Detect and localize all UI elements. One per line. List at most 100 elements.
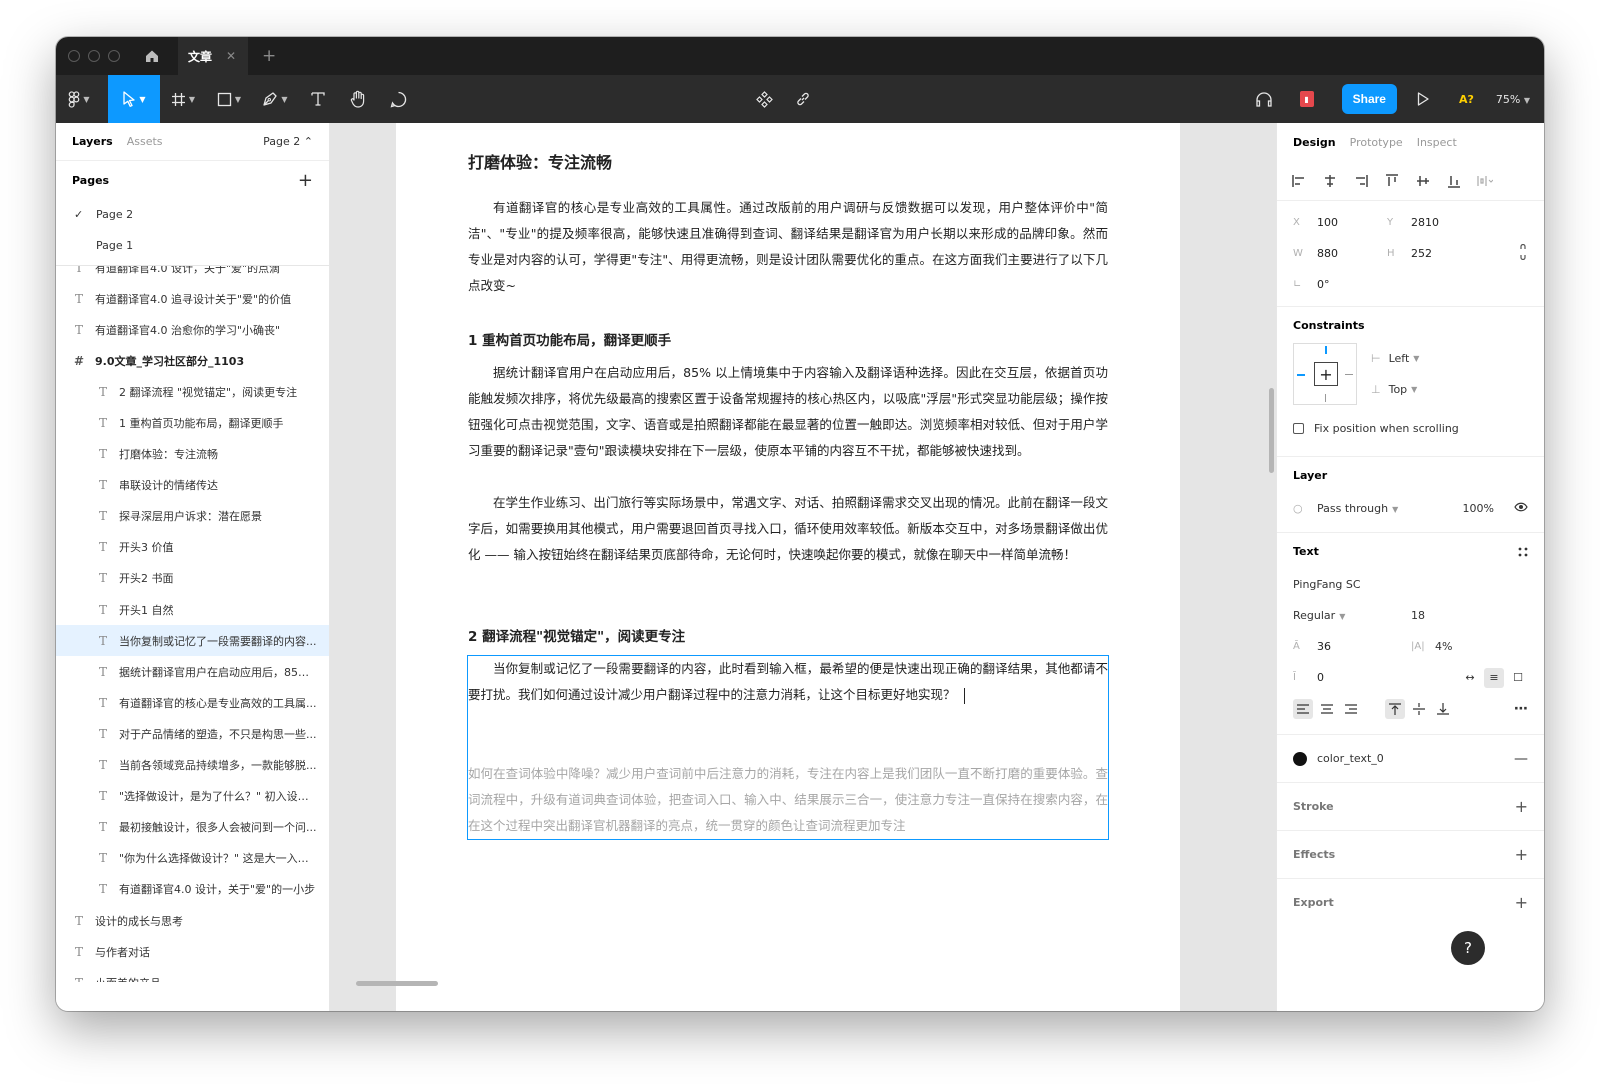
- tab-inspect[interactable]: Inspect: [1417, 136, 1457, 149]
- hand-tool-button[interactable]: [338, 75, 378, 123]
- add-effect-icon[interactable]: +: [1515, 845, 1528, 864]
- horizontal-constraint-select[interactable]: ⊢ Left ▼: [1371, 343, 1419, 374]
- add-stroke-icon[interactable]: +: [1515, 797, 1528, 816]
- audio-button[interactable]: [1254, 75, 1274, 123]
- more-options-icon[interactable]: ⋯: [1514, 701, 1528, 717]
- faded-text-layer[interactable]: 如何在查词体验中降噪？减少用户查词前中后注意力的消耗，专注在内容上是我们团队一直…: [468, 761, 1108, 839]
- constraint-bottom-marker[interactable]: [1325, 394, 1326, 402]
- spell-check-button[interactable]: A?: [1459, 93, 1474, 106]
- distribute-icon[interactable]: [1477, 173, 1493, 189]
- page-item[interactable]: Page 1: [56, 230, 329, 261]
- constraint-widget[interactable]: +: [1293, 343, 1357, 405]
- move-tool-button[interactable]: ▼: [108, 75, 160, 123]
- layer-item[interactable]: T 对于产品情绪的塑造，不只是构思一些...: [56, 718, 329, 749]
- layer-item[interactable]: T 串联设计的情绪传达: [56, 470, 329, 501]
- layer-item[interactable]: T 小而美的产品: [56, 967, 329, 982]
- visibility-eye-icon[interactable]: [1514, 502, 1528, 515]
- w-input[interactable]: 880: [1317, 247, 1387, 260]
- layer-item[interactable]: T 开头1 自然: [56, 594, 329, 625]
- share-button[interactable]: Share: [1341, 84, 1397, 114]
- blend-mode-select[interactable]: Pass through ▼: [1317, 502, 1398, 515]
- vertical-constraint-select[interactable]: ⊥ Top ▼: [1371, 374, 1419, 405]
- layer-item[interactable]: T 当你复制或记忆了一段需要翻译的内容...: [56, 625, 329, 657]
- layer-item[interactable]: T 有道翻译官的核心是专业高效的工具属...: [56, 687, 329, 718]
- home-icon[interactable]: [144, 48, 160, 64]
- vertical-align-middle-icon[interactable]: [1409, 699, 1429, 719]
- page-item[interactable]: ✓ Page 2: [56, 199, 329, 230]
- section-2-title[interactable]: 2 翻译流程"视觉锚定"，阅读更专注: [468, 625, 1108, 645]
- fixed-size-icon[interactable]: ☐: [1508, 668, 1528, 688]
- tab-design[interactable]: Design: [1293, 136, 1336, 149]
- layer-item[interactable]: T 探寻深层用户诉求：潜在愿景: [56, 501, 329, 532]
- zoom-dropdown[interactable]: 75% ▼: [1496, 93, 1530, 106]
- align-bottom-icon[interactable]: [1446, 173, 1462, 189]
- tab-layers[interactable]: Layers: [72, 135, 113, 148]
- align-right-icon[interactable]: [1353, 173, 1369, 189]
- vertical-scrollbar[interactable]: [1269, 388, 1274, 473]
- new-tab-button[interactable]: +: [262, 46, 276, 66]
- user-avatar-icon[interactable]: ▮: [1299, 91, 1314, 107]
- zoom-window-button[interactable]: [108, 50, 120, 62]
- align-left-icon[interactable]: [1291, 173, 1307, 189]
- section-1-title[interactable]: 1 重构首页功能布局，翻译更顺手: [468, 329, 1108, 349]
- present-button[interactable]: [1413, 75, 1433, 123]
- line-height-input[interactable]: 36: [1317, 640, 1411, 653]
- selected-text-layer[interactable]: 当你复制或记忆了一段需要翻译的内容，此时看到输入框，最希望的便是快速出现正确的翻…: [468, 656, 1108, 708]
- close-tab-icon[interactable]: ✕: [226, 49, 236, 63]
- add-page-button[interactable]: +: [298, 170, 313, 191]
- constraint-center[interactable]: +: [1314, 362, 1338, 386]
- layer-item[interactable]: T "选择做设计，是为了什么？" 初入设计专...: [56, 781, 329, 812]
- auto-height-icon[interactable]: ≡: [1484, 667, 1504, 688]
- layer-item[interactable]: T 打磨体验：专注流畅: [56, 439, 329, 470]
- tab-assets[interactable]: Assets: [127, 135, 163, 148]
- section-1-paragraph-2[interactable]: 在学生作业练习、出门旅行等实际场景中，常遇文字、对话、拍照翻译需求交叉出现的情况…: [468, 490, 1108, 568]
- remove-fill-icon[interactable]: —: [1514, 751, 1528, 767]
- constraint-top-marker[interactable]: [1325, 346, 1327, 354]
- y-input[interactable]: 2810: [1411, 216, 1481, 229]
- main-menu-button[interactable]: ▼: [56, 75, 102, 123]
- layer-item[interactable]: T 有道翻译官4.0 治愈你的学习"小确丧": [56, 314, 329, 345]
- canvas[interactable]: 打磨体验：专注流畅 有道翻译官的核心是专业高效的工具属性。通过改版前的用户调研与…: [330, 123, 1276, 1011]
- vertical-align-bottom-icon[interactable]: [1433, 699, 1453, 719]
- x-input[interactable]: 100: [1317, 216, 1387, 229]
- layer-item[interactable]: T 最初接触设计，很多人会被问到一个问...: [56, 812, 329, 843]
- comment-tool-button[interactable]: [378, 75, 418, 123]
- font-size-input[interactable]: 18: [1411, 609, 1425, 622]
- layer-item[interactable]: T 据统计翻译官用户在启动应用后，85% ...: [56, 656, 329, 687]
- layer-item[interactable]: T 开头3 价值: [56, 532, 329, 563]
- frame-tool-button[interactable]: ▼: [160, 75, 206, 123]
- align-top-icon[interactable]: [1384, 173, 1400, 189]
- letter-spacing-input[interactable]: 4%: [1435, 640, 1452, 653]
- link-button[interactable]: [795, 75, 811, 123]
- constrain-proportions-icon[interactable]: [1518, 243, 1528, 263]
- intro-paragraph[interactable]: 有道翻译官的核心是专业高效的工具属性。通过改版前的用户调研与反馈数据可以发现，用…: [468, 195, 1108, 299]
- artboard-frame[interactable]: 打磨体验：专注流畅 有道翻译官的核心是专业高效的工具属性。通过改版前的用户调研与…: [396, 123, 1180, 1011]
- horizontal-scrollbar[interactable]: [356, 981, 438, 986]
- layer-item[interactable]: T 设计的成长与思考: [56, 905, 329, 936]
- layer-item[interactable]: T 1 重构首页功能布局，翻译更顺手: [56, 407, 329, 438]
- paragraph-spacing-input[interactable]: 0: [1317, 671, 1387, 684]
- layer-item[interactable]: T "你为什么选择做设计？" 这是大一入学...: [56, 843, 329, 874]
- layer-item[interactable]: #9.0文章_学习社区部分_1103: [56, 345, 329, 376]
- layer-item[interactable]: T 2 翻译流程 "视觉锚定"，阅读更专注: [56, 376, 329, 407]
- text-tool-button[interactable]: [298, 75, 338, 123]
- layer-item[interactable]: T 当前各领域竞品持续增多，一款能够脱...: [56, 750, 329, 781]
- constraint-left-marker[interactable]: [1297, 374, 1305, 376]
- shape-tool-button[interactable]: ▼: [206, 75, 252, 123]
- pen-tool-button[interactable]: ▼: [252, 75, 298, 123]
- opacity-input[interactable]: 100%: [1463, 502, 1494, 515]
- close-window-button[interactable]: [68, 50, 80, 62]
- layer-item[interactable]: T 有道翻译官4.0 追寻设计关于"爱"的价值: [56, 283, 329, 314]
- align-horizontal-center-icon[interactable]: [1322, 173, 1338, 189]
- font-family-select[interactable]: PingFang SC: [1293, 578, 1361, 591]
- rotation-input[interactable]: 0°: [1317, 278, 1387, 291]
- auto-width-icon[interactable]: ↔: [1460, 668, 1480, 688]
- layer-item[interactable]: T 开头2 书面: [56, 563, 329, 594]
- vertical-align-top-icon[interactable]: [1385, 698, 1405, 719]
- tab-prototype[interactable]: Prototype: [1350, 136, 1403, 149]
- constraint-right-marker[interactable]: [1345, 374, 1353, 375]
- text-styles-icon[interactable]: [1518, 542, 1528, 561]
- h-input[interactable]: 252: [1411, 247, 1481, 260]
- article-heading[interactable]: 打磨体验：专注流畅: [468, 149, 1108, 173]
- text-align-left-icon[interactable]: [1293, 698, 1313, 719]
